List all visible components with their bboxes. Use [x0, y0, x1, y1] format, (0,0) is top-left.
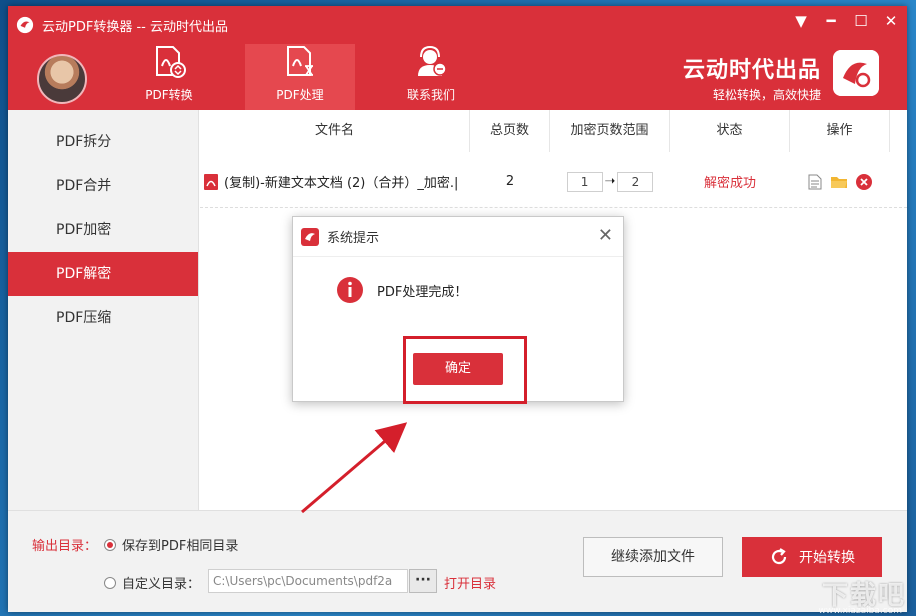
radio-custom-dir[interactable]: 自定义目录：: [104, 573, 200, 592]
add-files-button[interactable]: 继续添加文件: [583, 537, 723, 577]
sidebar: PDF拆分 PDF合并 PDF加密 PDF解密 PDF压缩: [8, 110, 199, 510]
pdf-process-icon: [287, 46, 313, 76]
app-logo-icon: [301, 227, 319, 246]
tab-pdf-process[interactable]: PDF处理: [245, 44, 355, 110]
tab-label: PDF转换: [145, 88, 193, 102]
sidebar-item-pdf-compress[interactable]: PDF压缩: [8, 296, 198, 340]
column-header-page-range: 加密页数范围: [550, 110, 670, 152]
dialog-message-text: PDF处理完成！: [377, 284, 468, 300]
window-title: 云动PDF转换器 -- 云动时代出品: [42, 19, 228, 35]
avatar[interactable]: [37, 54, 87, 104]
file-name-cell: (复制)-新建文本文档 (2)（合并）_加密.|: [200, 172, 470, 191]
sidebar-item-pdf-split[interactable]: PDF拆分: [8, 120, 198, 164]
total-pages-cell: 2: [505, 174, 515, 189]
title-bar: 云动PDF转换器 -- 云动时代出品: [16, 14, 228, 36]
minimize-icon[interactable]: ━: [823, 12, 839, 30]
window-controls: ▼ ━ ☐ ✕: [793, 12, 899, 30]
pdf-convert-icon: [156, 46, 186, 78]
column-header-status: 状态: [670, 110, 790, 152]
close-icon[interactable]: ✕: [883, 12, 899, 30]
start-convert-button[interactable]: 开始转换: [742, 537, 882, 577]
sidebar-item-pdf-decrypt[interactable]: PDF解密: [8, 252, 198, 296]
sidebar-item-pdf-merge[interactable]: PDF合并: [8, 164, 198, 208]
brand-subtitle: 轻松转换，高效快捷: [712, 88, 821, 102]
page-range-cell: 1 ➝ 2: [550, 171, 670, 192]
radio-custom-dir-label: 自定义目录：: [122, 577, 201, 592]
app-logo-icon: [16, 16, 34, 34]
table-row[interactable]: (复制)-新建文本文档 (2)（合并）_加密.| 2 1 ➝ 2 解密成功: [200, 156, 907, 208]
open-directory-link[interactable]: 打开目录: [444, 573, 496, 592]
brand-block: 云动时代出品 轻松转换，高效快捷: [683, 52, 821, 103]
custom-dir-path-input[interactable]: [208, 569, 408, 593]
start-convert-label: 开始转换: [799, 550, 855, 566]
tab-contact-us[interactable]: 联系我们: [376, 44, 486, 110]
delete-icon[interactable]: [856, 173, 872, 190]
file-name: (复制)-新建文本文档 (2)（合并）_加密.|: [224, 176, 459, 191]
radio-unselected-icon: [104, 576, 116, 589]
tab-label: PDF处理: [276, 88, 324, 102]
refresh-icon: [771, 548, 787, 565]
tab-label: 联系我们: [406, 88, 455, 102]
app-window: 云动PDF转换器 -- 云动时代出品 ▼ ━ ☐ ✕ PDF转换 PDF处理 联…: [8, 6, 907, 612]
radio-same-dir-label: 保存到PDF相同目录: [122, 539, 239, 554]
annotation-highlight-box: [403, 336, 527, 404]
brand-logo-icon: [833, 50, 879, 96]
view-document-icon[interactable]: [808, 174, 822, 190]
brand-title: 云动时代出品: [682, 58, 821, 83]
dialog-message: PDF处理完成！: [337, 277, 467, 303]
range-to-input[interactable]: 2: [617, 171, 654, 192]
tab-pdf-convert[interactable]: PDF转换: [114, 44, 224, 110]
output-dir-label: 输出目录：: [32, 539, 98, 554]
radio-same-dir[interactable]: 保存到PDF相同目录: [104, 535, 238, 554]
range-from-input[interactable]: 1: [566, 171, 603, 192]
table-header: 文件名 总页数 加密页数范围 状态 操作: [200, 110, 907, 152]
column-header-filename: 文件名: [200, 110, 470, 152]
close-icon[interactable]: ✕: [598, 227, 613, 245]
dialog-title: 系统提示: [327, 231, 380, 246]
column-header-total-pages: 总页数: [470, 110, 550, 152]
dialog-header: 系统提示: [293, 217, 623, 257]
radio-selected-icon: [104, 538, 116, 551]
contact-support-icon: [418, 45, 447, 76]
dropdown-menu-icon[interactable]: ▼: [793, 12, 809, 30]
app-header: 云动PDF转换器 -- 云动时代出品 ▼ ━ ☐ ✕ PDF转换 PDF处理 联…: [8, 6, 907, 110]
arrow-right-icon: ➝: [604, 174, 616, 189]
watermark-url: www.xiazaiba.com: [818, 606, 902, 616]
output-settings-bar: 输出目录： 保存到PDF相同目录 自定义目录： ··· 打开目录 继续添加文件 …: [8, 510, 907, 612]
browse-button[interactable]: ···: [409, 569, 437, 593]
status-badge: 解密成功: [703, 176, 756, 191]
open-folder-icon[interactable]: [830, 174, 848, 190]
actions-cell: [790, 173, 890, 190]
column-header-actions: 操作: [790, 110, 890, 152]
pdf-file-icon: [204, 173, 218, 190]
info-icon: [337, 277, 363, 303]
sidebar-item-pdf-encrypt[interactable]: PDF加密: [8, 208, 198, 252]
maximize-icon[interactable]: ☐: [853, 12, 869, 30]
